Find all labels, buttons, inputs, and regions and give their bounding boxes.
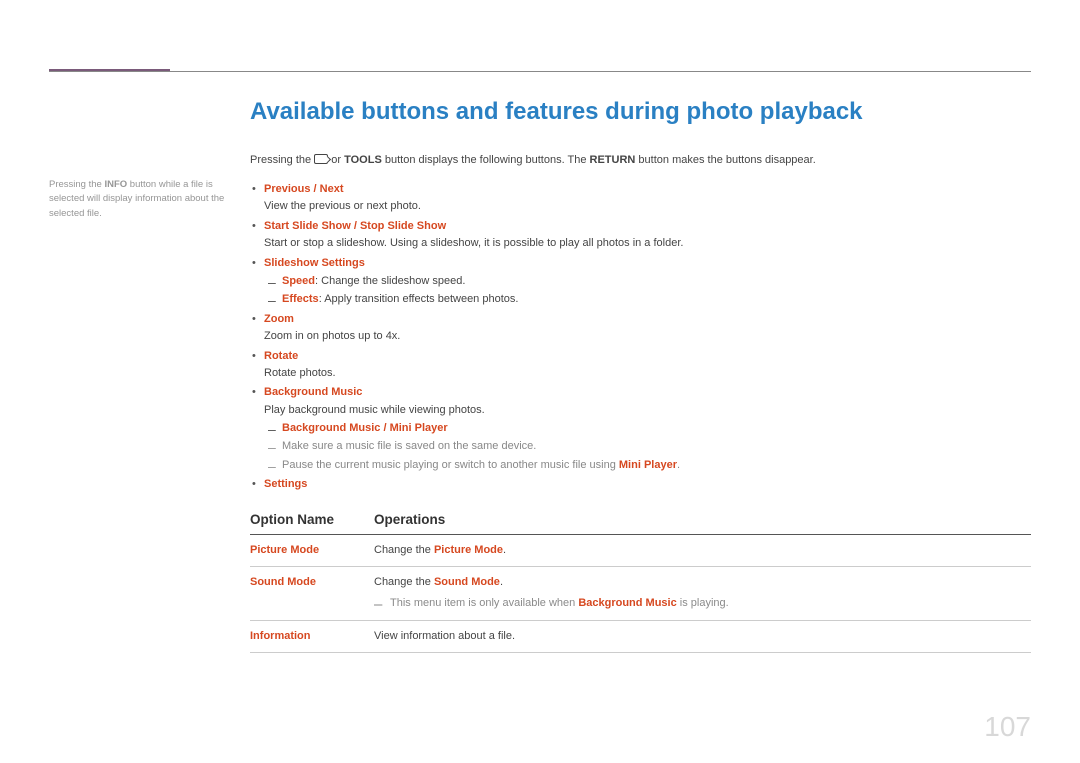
sidenote-pre: Pressing the	[49, 179, 104, 190]
op-post: .	[503, 544, 506, 556]
row-op: Change the Sound Mode. This menu item is…	[374, 575, 1031, 612]
intro-b1: TOOLS	[344, 154, 382, 166]
op-pre: Change the	[374, 576, 434, 588]
th-option-name: Option Name	[250, 511, 374, 530]
sub-rest: : Change the slideshow speed.	[315, 275, 465, 287]
sub-gray-post: .	[677, 459, 680, 471]
feature-term: Start Slide Show / Stop Slide Show	[264, 220, 446, 232]
row-op: View information about a file.	[374, 629, 1031, 644]
side-note: Pressing the INFO button while a file is…	[49, 178, 228, 221]
main-column: Available buttons and features during ph…	[250, 95, 1031, 733]
sub-term: Background Music / Mini Player	[282, 422, 448, 434]
feature-term: Background Music	[264, 386, 362, 398]
feature-term: Zoom	[264, 313, 294, 325]
feature-item: Start Slide Show / Stop Slide Show Start…	[264, 219, 1031, 252]
feature-item: Slideshow Settings Speed: Change the sli…	[264, 256, 1031, 308]
feature-item: Previous / Next View the previous or nex…	[264, 182, 1031, 215]
feature-item: Rotate Rotate photos.	[264, 349, 1031, 382]
feature-term: Rotate	[264, 350, 298, 362]
op-post: .	[500, 576, 503, 588]
page-title: Available buttons and features during ph…	[250, 95, 1031, 129]
note-post: is playing.	[677, 597, 729, 609]
feature-term: Slideshow Settings	[264, 257, 365, 269]
table-header: Option Name Operations	[250, 511, 1031, 535]
op-term: Picture Mode	[434, 544, 503, 556]
side-column: Pressing the INFO button while a file is…	[49, 95, 250, 733]
feature-desc: Play background music while viewing phot…	[264, 403, 1031, 418]
sub-item: Effects: Apply transition effects betwee…	[282, 292, 1031, 307]
op-term: Sound Mode	[434, 576, 500, 588]
op-pre: Change the	[374, 544, 434, 556]
feature-item: Zoom Zoom in on photos up to 4x.	[264, 312, 1031, 345]
row-note: This menu item is only available when Ba…	[374, 596, 1031, 611]
note-term: Background Music	[578, 597, 676, 609]
intro-t4: button makes the buttons disappear.	[635, 154, 815, 166]
options-table: Option Name Operations Picture Mode Chan…	[250, 511, 1031, 653]
sub-item: Speed: Change the slideshow speed.	[282, 274, 1031, 289]
feature-item: Background Music Play background music w…	[264, 385, 1031, 473]
feature-desc: Rotate photos.	[264, 366, 1031, 381]
sub-rest: : Apply transition effects between photo…	[319, 293, 519, 305]
feature-item: Settings	[264, 477, 1031, 492]
feature-list: Previous / Next View the previous or nex…	[250, 182, 1031, 493]
row-name: Picture Mode	[250, 543, 374, 558]
feature-desc: View the previous or next photo.	[264, 199, 1031, 214]
page-number: 107	[984, 711, 1031, 743]
feature-desc: Start or stop a slideshow. Using a slide…	[264, 236, 1031, 251]
row-name: Sound Mode	[250, 575, 374, 612]
page-top-rule	[49, 71, 1031, 72]
sub-item-note: Make sure a music file is saved on the s…	[282, 439, 1031, 454]
sub-item-note: Pause the current music playing or switc…	[282, 458, 1031, 473]
note-pre: This menu item is only available when	[390, 597, 578, 609]
intro-b2: RETURN	[590, 154, 636, 166]
sub-item: Background Music / Mini Player	[282, 421, 1031, 436]
sub-bold: Effects	[282, 293, 319, 305]
feature-sublist: Speed: Change the slideshow speed. Effec…	[264, 274, 1031, 308]
table-row: Information View information about a fil…	[250, 621, 1031, 653]
sub-gray: Make sure a music file is saved on the s…	[282, 440, 536, 452]
intro-t1: Pressing the	[250, 154, 314, 166]
feature-desc: Zoom in on photos up to 4x.	[264, 329, 1031, 344]
th-operations: Operations	[374, 511, 1031, 530]
feature-term: Settings	[264, 478, 307, 490]
feature-term: Previous / Next	[264, 183, 343, 195]
sub-gray-pre: Pause the current music playing or switc…	[282, 459, 619, 471]
enter-icon	[314, 154, 328, 164]
sub-gray-term: Mini Player	[619, 459, 677, 471]
sub-bold: Speed	[282, 275, 315, 287]
sidenote-bold: INFO	[104, 179, 127, 190]
table-row: Picture Mode Change the Picture Mode.	[250, 535, 1031, 567]
row-name: Information	[250, 629, 374, 644]
row-op: Change the Picture Mode.	[374, 543, 1031, 558]
feature-sublist: Background Music / Mini Player Make sure…	[264, 421, 1031, 473]
intro-t3: button displays the following buttons. T…	[382, 154, 590, 166]
table-row: Sound Mode Change the Sound Mode. This m…	[250, 567, 1031, 621]
page-content: Pressing the INFO button while a file is…	[49, 95, 1031, 733]
intro-paragraph: Pressing the or TOOLS button displays th…	[250, 153, 1031, 168]
